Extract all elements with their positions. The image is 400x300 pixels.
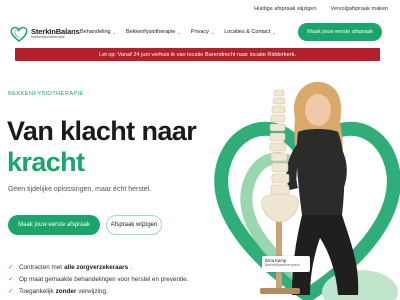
nav-item-behandeling[interactable]: Behandeling ⌄ [80,29,116,35]
list-item: ✓ Contracten met alle zorgverzekeraars . [8,262,188,274]
hero-subtitle: Geen tijdelijke oplossingen, maar écht h… [8,186,152,193]
nav-item-bekkenfysiotherapie[interactable]: Bekkenfysiotherapie ⌄ [126,29,181,35]
announcement-banner: Let op: Vanaf 24 juni verhuis ik van loc… [15,48,380,61]
follow-up-appointment-link[interactable]: Vervolgafspraak maken [331,6,388,12]
nav-book-appointment-button[interactable]: Maak jouw eerste afspraak [298,23,382,41]
list-item: ✓ Op maat gemaakte behandelingen voor he… [8,274,188,286]
therapist-role: Bekkenfysiotherapeut [265,263,300,268]
brand-logo[interactable]: SterkInBalans bekkenfysiotherapie [10,24,80,44]
chevron-down-icon: ⌄ [112,29,116,35]
benefits-list: ✓ Contracten met alle zorgverzekeraars .… [8,262,188,298]
benefit-text: Toegankelijk [19,288,54,295]
change-appointment-button[interactable]: Afspraak wijzigen [106,215,162,235]
heart-logo-icon [10,26,28,42]
benefit-text-end: verwijzing. [78,288,108,295]
chevron-down-icon: ⌄ [210,29,215,35]
nav-item-label: Privacy [190,29,209,35]
change-appointment-link[interactable]: Huidige afspraak wijzigen [254,6,316,12]
list-item: ✓ Toegankelijk zonder verwijzing. [8,286,188,298]
chevron-down-icon: ⌄ [272,29,276,35]
main-navigation: SterkInBalans bekkenfysiotherapie Behand… [0,22,400,44]
hero-headline-line2: kracht [7,147,85,177]
brand-name: SterkInBalans [31,26,80,36]
checkmark-icon: ✓ [8,264,14,271]
top-utility-bar: Huidige afspraak wijzigen Vervolgafspraa… [254,6,388,12]
benefit-text: Op maat gemaakte behandelingen voor hers… [19,276,189,283]
nav-item-label: Behandeling [80,29,111,35]
person-face [305,94,331,126]
nav-item-locaties-contact[interactable]: Locaties & Contact ⌄ [224,29,276,35]
checkmark-icon: ✓ [8,276,14,283]
brand-tagline: bekkenfysiotherapie [31,35,65,40]
therapist-name-tag: Ilona Kamp Bekkenfysiotherapeut [262,256,310,272]
spine-stand [276,220,282,290]
chevron-down-icon: ⌄ [177,29,181,35]
benefit-text: Contracten met [19,264,63,271]
hero-headline-line1: Van klacht naar [7,116,197,146]
checkmark-icon: ✓ [8,288,14,295]
brand-wordmark: SterkInBalans bekkenfysiotherapie [31,28,80,40]
hero-eyebrow: BEKKENFYSIOTHERAPIE [8,91,84,97]
nav-item-label: Bekkenfysiotherapie [125,29,176,35]
benefit-text-end: . [130,264,132,271]
nav-item-label: Locaties & Contact [224,29,271,35]
benefit-emphasis: alle zorgverzekeraars [64,264,129,271]
benefit-emphasis: zonder [55,288,77,295]
spine-base [260,288,300,294]
nav-item-privacy[interactable]: Privacy ⌄ [191,29,214,35]
book-first-appointment-button[interactable]: Maak jouw eerste afspraak [8,215,100,235]
nav-menu: Behandeling ⌄ Bekkenfysiotherapie ⌄ Priv… [80,29,286,35]
